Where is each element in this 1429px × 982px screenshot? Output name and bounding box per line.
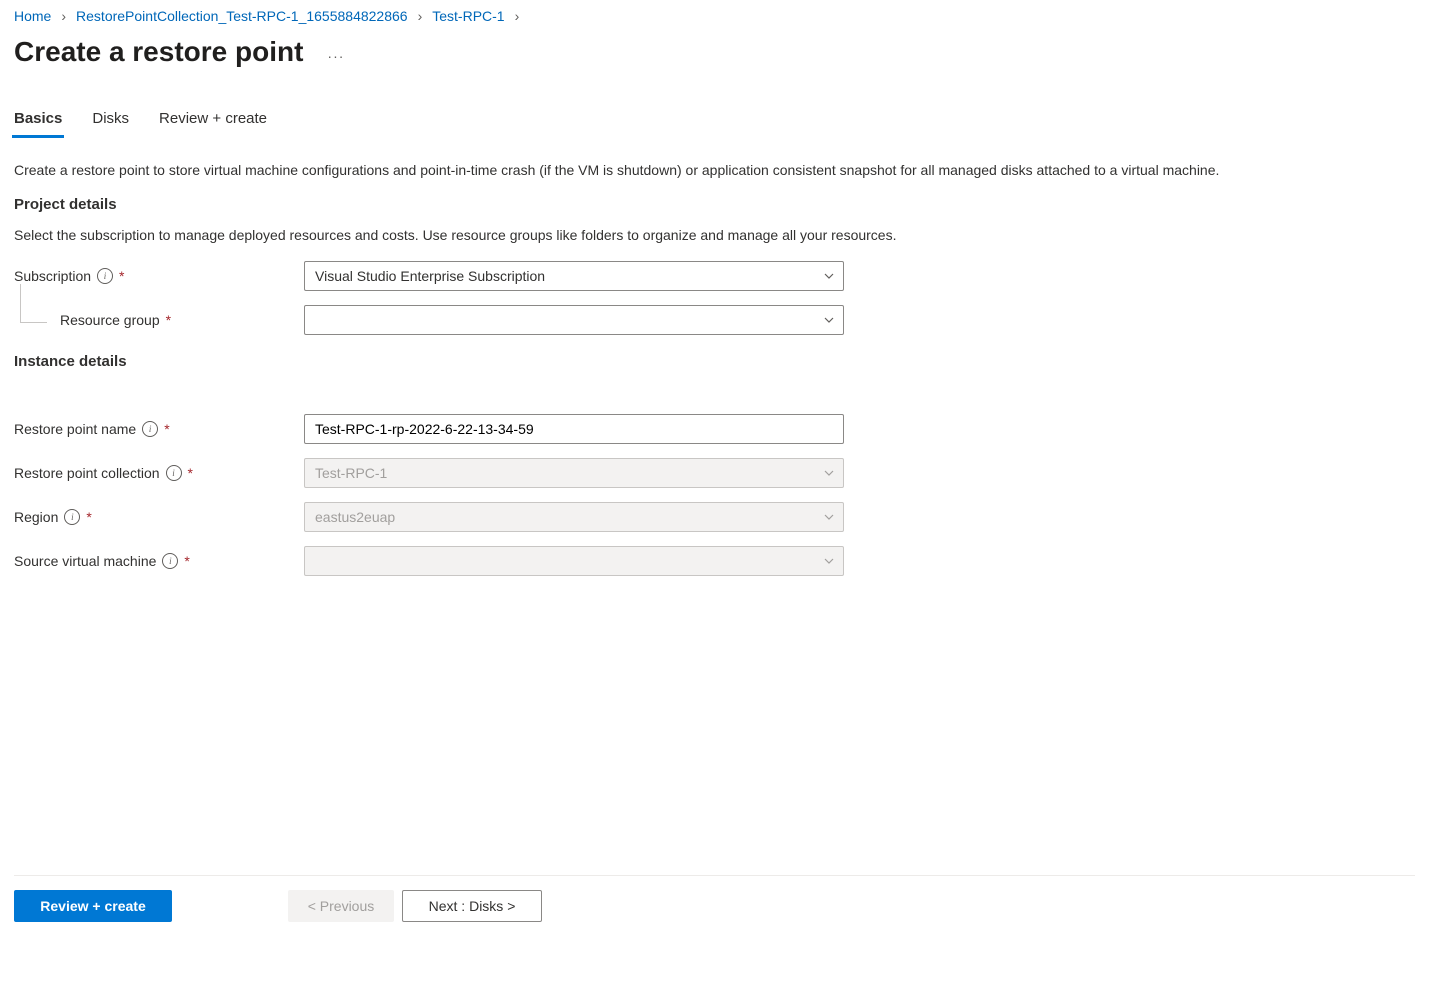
review-create-button[interactable]: Review + create (14, 890, 172, 922)
breadcrumb-rpc[interactable]: Test-RPC-1 (432, 8, 504, 24)
previous-button: < Previous (288, 890, 394, 922)
subscription-dropdown[interactable]: Visual Studio Enterprise Subscription (304, 261, 844, 291)
required-indicator: * (166, 312, 171, 328)
tab-review-create[interactable]: Review + create (159, 104, 267, 137)
restore-point-collection-dropdown: Test-RPC-1 (304, 458, 844, 488)
page-title: Create a restore point (14, 36, 303, 68)
tab-basics[interactable]: Basics (14, 104, 62, 137)
resource-group-dropdown[interactable] (304, 305, 844, 335)
tab-disks[interactable]: Disks (92, 104, 129, 137)
tree-connector-icon (20, 284, 47, 323)
restore-point-name-input[interactable] (304, 414, 844, 444)
subscription-value: Visual Studio Enterprise Subscription (315, 268, 815, 284)
info-icon[interactable]: i (162, 553, 178, 569)
restore-point-name-label: Restore point name (14, 421, 136, 437)
chevron-down-icon (823, 314, 835, 326)
info-icon[interactable]: i (142, 421, 158, 437)
restore-point-collection-label: Restore point collection (14, 465, 160, 481)
info-icon[interactable]: i (97, 268, 113, 284)
breadcrumb: Home › RestorePointCollection_Test-RPC-1… (14, 4, 1415, 30)
source-vm-label: Source virtual machine (14, 553, 156, 569)
chevron-down-icon (823, 467, 835, 479)
chevron-right-icon: › (515, 8, 520, 24)
region-label: Region (14, 509, 58, 525)
required-indicator: * (86, 509, 91, 525)
tabs: Basics Disks Review + create (14, 104, 1415, 138)
more-actions-icon[interactable]: ··· (327, 40, 344, 64)
chevron-down-icon (823, 555, 835, 567)
info-icon[interactable]: i (64, 509, 80, 525)
restore-point-collection-value: Test-RPC-1 (315, 465, 815, 481)
section-sub-project: Select the subscription to manage deploy… (14, 227, 1414, 243)
required-indicator: * (119, 268, 124, 284)
chevron-down-icon (823, 511, 835, 523)
section-heading-project: Project details (14, 196, 1414, 213)
chevron-right-icon: › (61, 8, 66, 24)
info-icon[interactable]: i (166, 465, 182, 481)
next-button[interactable]: Next : Disks > (402, 890, 542, 922)
required-indicator: * (188, 465, 193, 481)
required-indicator: * (164, 421, 169, 437)
footer-bar: Review + create < Previous Next : Disks … (14, 875, 1415, 922)
breadcrumb-collection[interactable]: RestorePointCollection_Test-RPC-1_165588… (76, 8, 408, 24)
breadcrumb-home[interactable]: Home (14, 8, 51, 24)
region-dropdown: eastus2euap (304, 502, 844, 532)
resource-group-label: Resource group (60, 312, 160, 328)
chevron-down-icon (823, 270, 835, 282)
chevron-right-icon: › (418, 8, 423, 24)
required-indicator: * (184, 553, 189, 569)
section-heading-instance: Instance details (14, 353, 1414, 370)
intro-text: Create a restore point to store virtual … (14, 162, 1414, 178)
subscription-label: Subscription (14, 268, 91, 284)
source-vm-dropdown (304, 546, 844, 576)
region-value: eastus2euap (315, 509, 815, 525)
